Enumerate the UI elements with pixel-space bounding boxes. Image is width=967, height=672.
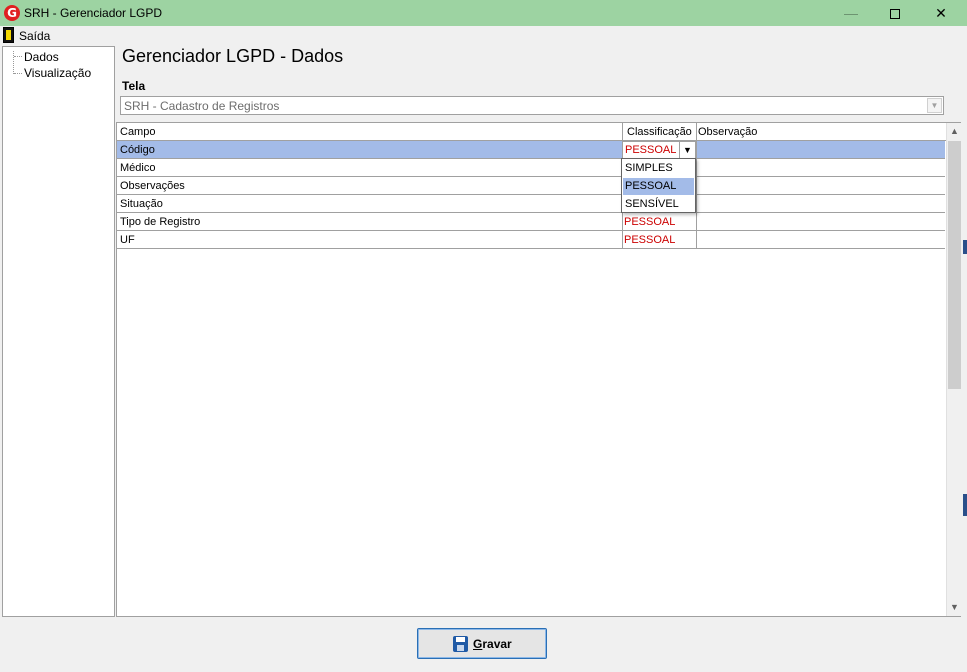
maximize-icon bbox=[890, 9, 900, 20]
cell-divider bbox=[696, 231, 697, 249]
grid-header: Campo Classificação Observação bbox=[117, 123, 946, 141]
menu-bar: Saída bbox=[0, 26, 967, 45]
scrollbar-thumb[interactable] bbox=[948, 141, 961, 389]
tree-connector bbox=[14, 56, 22, 57]
table-row[interactable]: Código PESSOAL ▼ bbox=[117, 141, 945, 159]
cell-divider bbox=[622, 213, 623, 231]
column-header-classificacao[interactable]: Classificação bbox=[627, 126, 692, 138]
scroll-up-icon[interactable]: ▲ bbox=[947, 123, 962, 140]
tree-item-dados[interactable]: Dados bbox=[24, 50, 59, 64]
table-row[interactable]: Situação bbox=[117, 195, 945, 213]
maximize-button[interactable] bbox=[872, 0, 918, 26]
dropdown-option-simples[interactable]: SIMPLES bbox=[623, 160, 694, 177]
navigation-tree: Dados Visualização bbox=[2, 46, 115, 617]
edge-artifact bbox=[963, 494, 967, 516]
cell-divider bbox=[696, 141, 697, 159]
title-bar: G SRH - Gerenciador LGPD — ✕ bbox=[0, 0, 967, 26]
tela-select-value: SRH - Cadastro de Registros bbox=[124, 99, 280, 113]
column-divider[interactable] bbox=[696, 123, 697, 141]
tela-select[interactable]: SRH - Cadastro de Registros ▼ bbox=[120, 96, 944, 115]
classificacao-dropdown-list: SIMPLES PESSOAL SENSÍVEL bbox=[621, 158, 696, 213]
dropdown-option-pessoal[interactable]: PESSOAL bbox=[623, 178, 694, 195]
classificacao-editor-value: PESSOAL bbox=[625, 144, 677, 156]
cell-campo: Situação bbox=[120, 198, 163, 210]
cell-campo: Médico bbox=[120, 162, 156, 174]
chevron-down-icon[interactable]: ▼ bbox=[927, 98, 942, 113]
tela-label: Tela bbox=[122, 79, 146, 93]
cell-classificacao[interactable]: PESSOAL bbox=[624, 234, 675, 246]
exit-door-icon[interactable] bbox=[3, 27, 14, 43]
cell-divider bbox=[696, 213, 697, 231]
vertical-scrollbar[interactable]: ▲ ▼ bbox=[946, 123, 961, 616]
classificacao-editor[interactable]: PESSOAL ▼ bbox=[622, 141, 696, 159]
column-header-campo[interactable]: Campo bbox=[120, 126, 155, 138]
window-title: SRH - Gerenciador LGPD bbox=[24, 6, 163, 20]
cell-divider bbox=[622, 231, 623, 249]
dropdown-option-sensivel[interactable]: SENSÍVEL bbox=[623, 196, 694, 213]
table-row[interactable]: Tipo de Registro PESSOAL bbox=[117, 213, 945, 231]
scroll-down-icon[interactable]: ▼ bbox=[947, 599, 962, 616]
cell-divider bbox=[696, 177, 697, 195]
table-row[interactable]: Médico bbox=[117, 159, 945, 177]
floppy-disk-icon bbox=[453, 636, 468, 652]
cell-campo: Código bbox=[120, 144, 155, 156]
fields-grid: Campo Classificação Observação Código PE… bbox=[116, 122, 961, 617]
cell-divider bbox=[696, 159, 697, 177]
minimize-button[interactable]: — bbox=[828, 0, 874, 26]
cell-classificacao[interactable]: PESSOAL bbox=[624, 216, 675, 228]
chevron-down-icon[interactable]: ▼ bbox=[679, 142, 695, 158]
menu-item-saida[interactable]: Saída bbox=[19, 29, 50, 43]
table-row[interactable]: Observações bbox=[117, 177, 945, 195]
tree-connector bbox=[14, 73, 22, 74]
cell-campo: Tipo de Registro bbox=[120, 216, 201, 228]
close-button[interactable]: ✕ bbox=[918, 0, 964, 26]
tree-connector bbox=[13, 51, 14, 74]
cell-divider bbox=[696, 195, 697, 213]
page-title: Gerenciador LGPD - Dados bbox=[122, 46, 344, 66]
tree-item-visualizacao[interactable]: Visualização bbox=[24, 66, 91, 80]
column-header-observacao[interactable]: Observação bbox=[698, 126, 757, 138]
table-row[interactable]: UF PESSOAL bbox=[117, 231, 945, 249]
app-logo-icon: G bbox=[4, 5, 20, 21]
gravar-label: Gravar bbox=[473, 637, 512, 651]
column-divider[interactable] bbox=[622, 123, 623, 141]
gravar-button[interactable]: Gravar bbox=[417, 628, 547, 659]
edge-artifact bbox=[963, 240, 967, 254]
cell-campo: UF bbox=[120, 234, 135, 246]
cell-campo: Observações bbox=[120, 180, 185, 192]
